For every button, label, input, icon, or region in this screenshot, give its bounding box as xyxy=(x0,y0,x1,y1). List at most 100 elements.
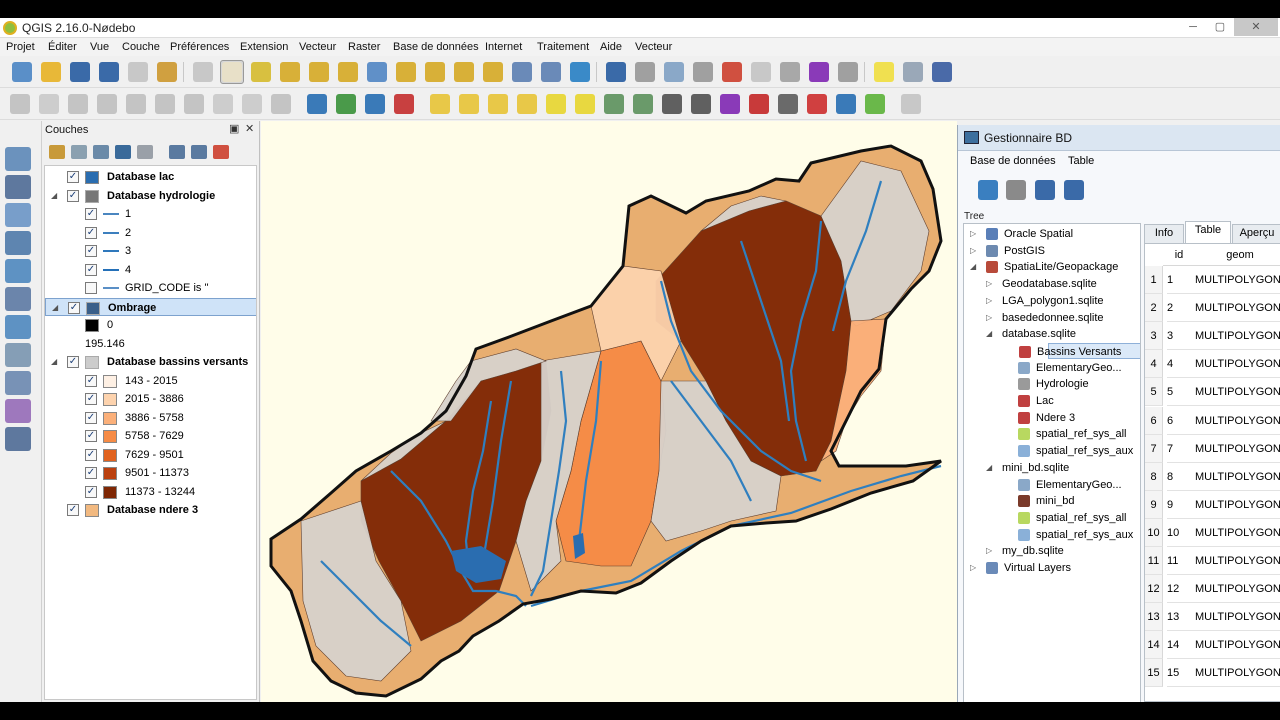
table-cell-geom[interactable]: MULTIPOLYGON xyxy=(1195,378,1280,407)
row-header[interactable]: 7 xyxy=(1145,434,1163,463)
expand-toggle-icon[interactable]: ◢ xyxy=(51,353,57,371)
table-cell-geom[interactable]: MULTIPOLYGON xyxy=(1195,435,1280,463)
table-cell-geom[interactable]: MULTIPOLYGON xyxy=(1195,547,1280,575)
menu-item[interactable]: Éditer xyxy=(48,41,77,53)
layer-checkbox[interactable]: ✓ xyxy=(85,485,97,498)
bookmark-icon[interactable] xyxy=(539,60,563,84)
layer-styling-icon[interactable] xyxy=(49,145,65,159)
save-project-icon[interactable] xyxy=(68,60,92,84)
table-cell-geom[interactable]: MULTIPOLYGON xyxy=(1195,491,1280,519)
zoom-full-icon[interactable] xyxy=(365,60,389,84)
row-header[interactable]: 4 xyxy=(1145,350,1163,379)
layer-checkbox[interactable]: ✓ xyxy=(67,504,79,516)
tree-item[interactable]: spatial_ref_sys_all xyxy=(964,426,1140,442)
raster-calc-icon[interactable] xyxy=(689,92,713,116)
add-spatialite-icon[interactable] xyxy=(5,203,31,227)
layer-row[interactable]: GRID_CODE is '' xyxy=(45,279,256,297)
table-cell-geom[interactable]: MULTIPOLYGON xyxy=(1195,463,1280,491)
tab-1[interactable]: Table xyxy=(1185,221,1231,243)
action-icon[interactable] xyxy=(633,60,657,84)
help-icon[interactable] xyxy=(930,60,954,84)
field-calculator-icon[interactable] xyxy=(778,60,802,84)
layer-checkbox[interactable]: ✓ xyxy=(85,393,97,405)
add-db2-icon[interactable] xyxy=(5,427,31,451)
menu-item[interactable]: Internet xyxy=(485,41,522,53)
table-cell-id[interactable]: 8 xyxy=(1167,463,1195,491)
add-feature-icon[interactable] xyxy=(95,92,119,116)
new-map-view-icon[interactable] xyxy=(510,60,534,84)
zoom-in-icon[interactable] xyxy=(278,60,302,84)
table-cell-id[interactable]: 14 xyxy=(1167,631,1195,660)
table-cell-id[interactable]: 7 xyxy=(1167,435,1195,463)
layer-checkbox[interactable]: ✓ xyxy=(68,301,80,314)
collapse-all-icon[interactable] xyxy=(191,145,207,159)
layer-row[interactable]: ✓ 4 xyxy=(45,261,256,279)
table-cell-id[interactable]: 15 xyxy=(1167,659,1195,688)
select-by-value-icon[interactable] xyxy=(691,60,715,84)
add-group-icon[interactable] xyxy=(71,145,87,159)
tree-item[interactable]: ▷ LGA_polygon1.sqlite xyxy=(964,293,1140,309)
tab-0[interactable]: Info xyxy=(1144,224,1184,243)
layer-row[interactable]: ✓ 7629 - 9501 xyxy=(45,446,256,464)
sql-window-icon[interactable] xyxy=(1006,180,1026,200)
layer-checkbox[interactable]: ✓ xyxy=(67,356,79,368)
db-menu-item[interactable]: Table xyxy=(1068,155,1094,167)
menu-item[interactable]: Couche xyxy=(122,41,160,53)
menu-item[interactable]: Vue xyxy=(90,41,109,53)
filter-legend-icon[interactable] xyxy=(115,145,131,159)
expand-toggle-icon[interactable]: ▷ xyxy=(986,276,992,292)
add-wfs-icon[interactable] xyxy=(5,315,31,339)
zoom-native-icon[interactable] xyxy=(336,60,360,84)
row-header[interactable]: 2 xyxy=(1145,294,1163,323)
table-cell-id[interactable]: 5 xyxy=(1167,378,1195,407)
expand-toggle-icon[interactable]: ▷ xyxy=(986,310,992,326)
expand-toggle-icon[interactable]: ◢ xyxy=(970,259,976,275)
layer-checkbox[interactable]: ✓ xyxy=(85,467,97,479)
tree-item[interactable]: ElementaryGeo... xyxy=(964,360,1140,376)
node-tool-icon[interactable] xyxy=(153,92,177,116)
tree-item[interactable]: spatial_ref_sys_aux xyxy=(964,443,1140,459)
sigma-icon[interactable] xyxy=(718,92,742,116)
add-vector-icon[interactable] xyxy=(5,147,31,171)
text-annotation-icon[interactable] xyxy=(901,60,925,84)
menu-item[interactable]: Base de données xyxy=(393,41,479,53)
add-raster-icon[interactable] xyxy=(5,175,31,199)
refresh-icon[interactable] xyxy=(568,60,592,84)
measure-icon[interactable] xyxy=(836,60,860,84)
tree-item[interactable]: ◢ database.sqlite xyxy=(964,326,1140,342)
table-cell-id[interactable]: 9 xyxy=(1167,491,1195,519)
expand-toggle-icon[interactable]: ◢ xyxy=(51,187,57,205)
layer-checkbox[interactable]: ✓ xyxy=(85,430,97,442)
tree-item[interactable]: mini_bd xyxy=(964,493,1140,509)
sun-add-icon[interactable] xyxy=(544,92,568,116)
menu-item[interactable]: Préférences xyxy=(170,41,229,53)
row-header[interactable]: 14 xyxy=(1145,631,1163,660)
layer-row[interactable]: ✓ 3886 - 5758 xyxy=(45,409,256,427)
expand-toggle-icon[interactable]: ◢ xyxy=(986,326,992,342)
layer-row[interactable]: ✓ Database lac xyxy=(45,168,256,186)
tree-item[interactable]: spatial_ref_sys_all xyxy=(964,510,1140,526)
row-header[interactable]: 8 xyxy=(1145,462,1163,491)
layer-row[interactable]: 195.146 xyxy=(45,335,256,353)
expand-toggle-icon[interactable]: ▷ xyxy=(970,226,976,242)
layer-row[interactable]: ✓ 1 xyxy=(45,205,256,223)
tree-item[interactable]: ▷ Oracle Spatial xyxy=(964,226,1140,242)
label-icon[interactable] xyxy=(269,92,293,116)
attribute-table-icon[interactable] xyxy=(749,60,773,84)
zoom-last-icon[interactable] xyxy=(452,60,476,84)
export-file-icon[interactable] xyxy=(1064,180,1084,200)
import-layer-icon[interactable] xyxy=(1035,180,1055,200)
tree-item[interactable]: Ndere 3 xyxy=(964,410,1140,426)
db-menu-item[interactable]: Base de données xyxy=(970,155,1056,167)
identify-icon[interactable] xyxy=(604,60,628,84)
layer-checkbox[interactable]: ✓ xyxy=(67,189,79,202)
table-cell-geom[interactable]: MULTIPOLYGON xyxy=(1195,575,1280,604)
add-virtual-icon[interactable] xyxy=(5,371,31,395)
tree-item[interactable]: ◢ SpatiaLite/Geopackage xyxy=(964,259,1140,275)
layer-row[interactable]: ✓ 3 xyxy=(45,242,256,260)
close-button[interactable]: ✕ xyxy=(1234,18,1278,36)
table-cell-geom[interactable]: MULTIPOLYGON xyxy=(1195,266,1280,294)
add-delimited-icon[interactable] xyxy=(5,343,31,367)
layer-checkbox[interactable]: ✓ xyxy=(85,226,97,239)
table-cell-id[interactable]: 11 xyxy=(1167,547,1195,575)
